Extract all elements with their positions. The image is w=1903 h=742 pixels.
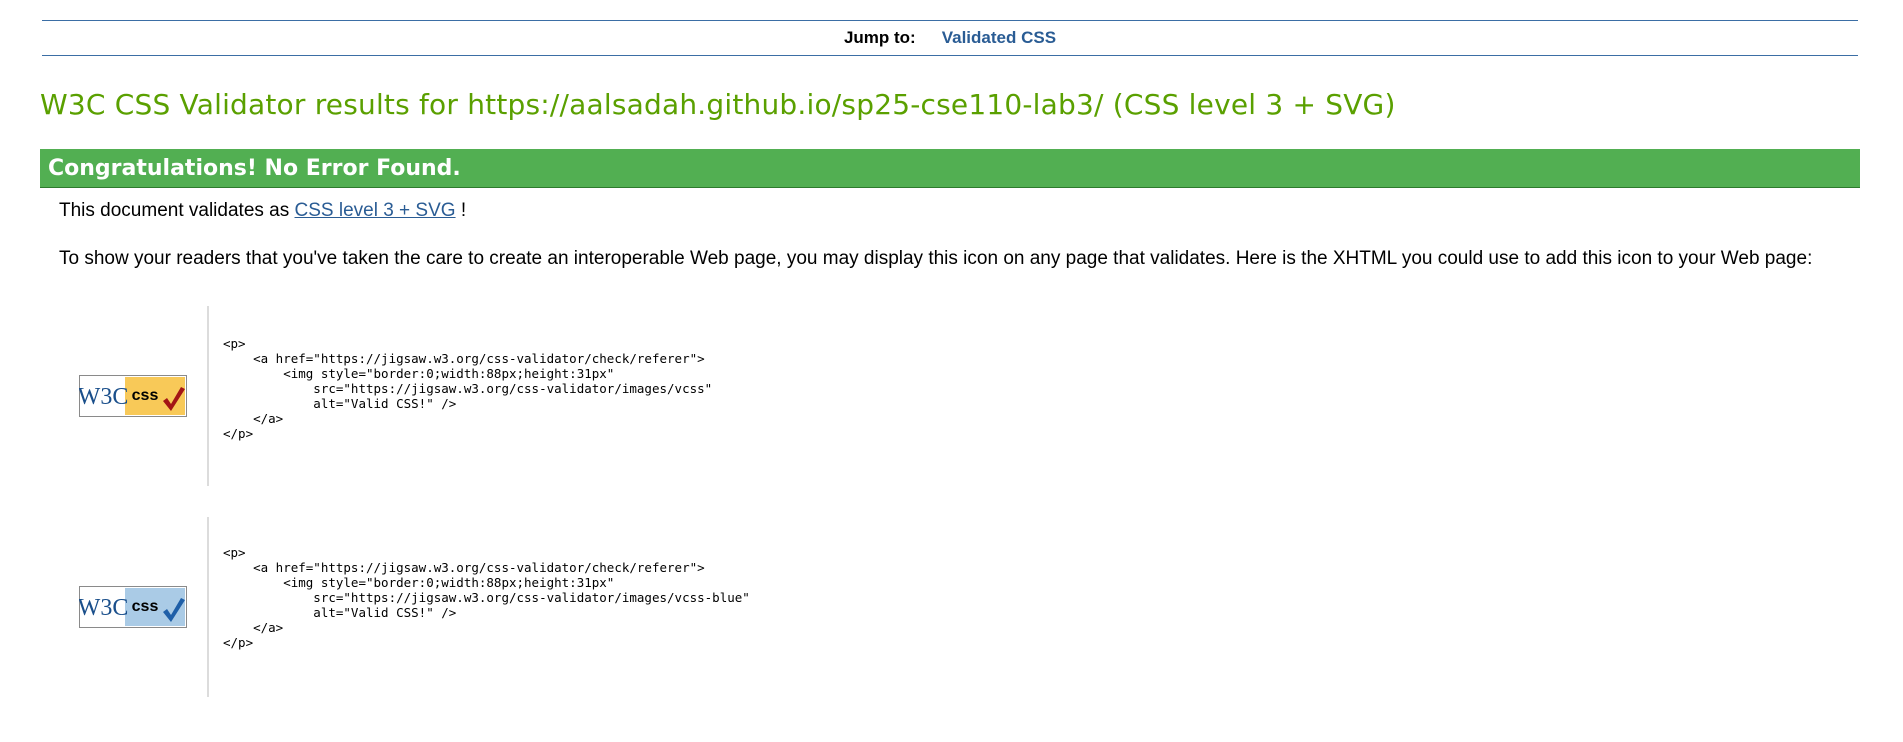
badge-explanation: To show your readers that you've taken t… bbox=[59, 248, 1813, 269]
jump-nav: Jump to: Validated CSS bbox=[42, 20, 1858, 56]
css-profile-link[interactable]: CSS level 3 + SVG bbox=[295, 200, 456, 221]
code-snippet-blue-text: <p> <a href="https://jigsaw.w3.org/css-v… bbox=[223, 545, 750, 650]
code-snippet-blue: <p> <a href="https://jigsaw.w3.org/css-v… bbox=[207, 517, 909, 697]
validates-suffix: ! bbox=[460, 200, 467, 221]
w3c-logo-text: W3C bbox=[79, 384, 128, 410]
badge-row-blue: W3C css <p> <a href="https://jigsaw.w3.o… bbox=[59, 517, 1059, 697]
success-banner: Congratulations! No Error Found. bbox=[40, 149, 1860, 188]
jump-label: Jump to: bbox=[843, 28, 916, 47]
badge-cell-gold: W3C css bbox=[59, 306, 207, 486]
badge-css-text: css bbox=[132, 387, 159, 404]
badge-row-gold: W3C css <p> <a href="https://jigsaw.w3.o… bbox=[59, 306, 1059, 486]
badge-cell-blue: W3C css bbox=[59, 517, 207, 697]
validates-sentence: This document validates as CSS level 3 +… bbox=[59, 200, 466, 222]
code-snippet-gold: <p> <a href="https://jigsaw.w3.org/css-v… bbox=[207, 306, 909, 486]
w3c-logo-text: W3C bbox=[79, 595, 128, 621]
validated-css-link[interactable]: Validated CSS bbox=[942, 28, 1056, 48]
badge-css-text: css bbox=[132, 598, 159, 615]
w3c-css-gold-badge-icon[interactable]: W3C css bbox=[79, 375, 187, 417]
w3c-css-blue-badge-icon[interactable]: W3C css bbox=[79, 586, 187, 628]
code-snippet-gold-text: <p> <a href="https://jigsaw.w3.org/css-v… bbox=[223, 336, 713, 441]
success-banner-text: Congratulations! No Error Found. bbox=[48, 155, 461, 181]
page-title: W3C CSS Validator results for https://aa… bbox=[40, 88, 1396, 121]
validates-prefix: This document validates as bbox=[59, 200, 290, 221]
